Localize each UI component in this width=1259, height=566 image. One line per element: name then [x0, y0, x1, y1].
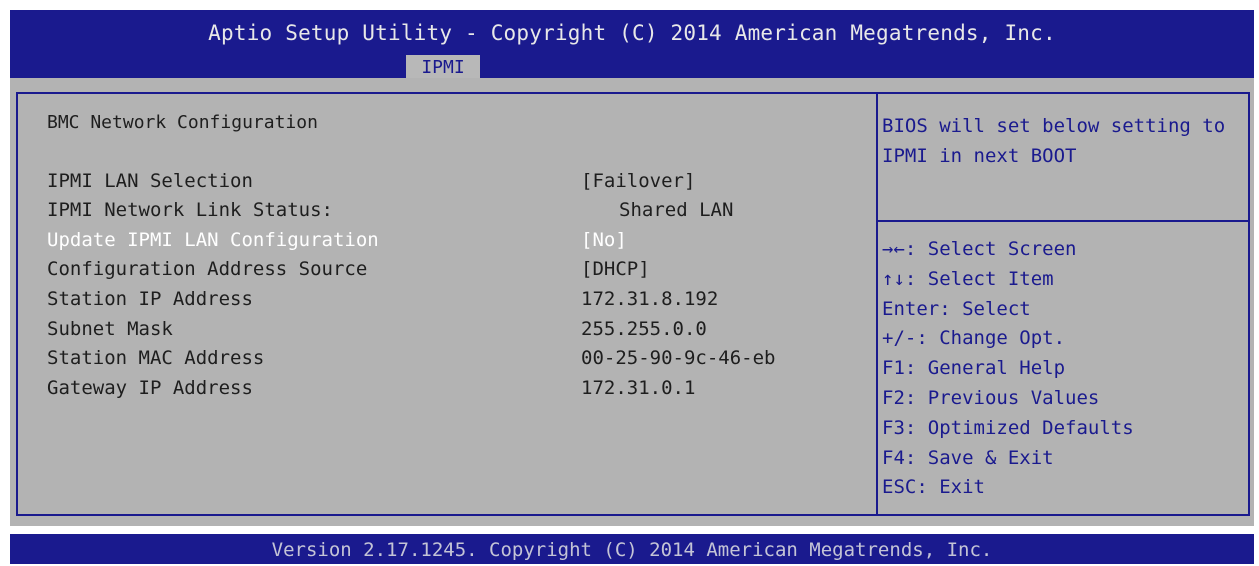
setting-gateway-ip-address: Gateway IP Address 172.31.0.1 — [47, 377, 847, 407]
help-description: BIOS will set below setting to IPMI in n… — [882, 115, 1237, 167]
setting-label: Station IP Address — [47, 288, 253, 310]
setting-configuration-address-source[interactable]: Configuration Address Source [DHCP] — [47, 258, 847, 288]
vertical-divider — [876, 92, 878, 516]
setting-label: Subnet Mask — [47, 318, 173, 340]
key-previous-values: F2: Previous Values — [882, 386, 1100, 409]
setting-station-mac-address: Station MAC Address 00-25-90-9c-46-eb — [47, 347, 847, 377]
setting-station-ip-address: Station IP Address 172.31.8.192 — [47, 288, 847, 318]
setting-subnet-mask: Subnet Mask 255.255.0.0 — [47, 318, 847, 348]
setting-label: IPMI Network Link Status: — [47, 199, 333, 221]
key-select-screen: →←: Select Screen — [882, 238, 1077, 260]
key-select-item: ↑↓: Select Item — [882, 267, 1054, 290]
setting-value[interactable]: [No] — [581, 229, 627, 251]
key-optimized-defaults: F3: Optimized Defaults — [882, 416, 1134, 439]
key-save-exit: F4: Save & Exit — [882, 446, 1054, 469]
help-divider — [878, 220, 1250, 222]
app-title: Aptio Setup Utility - Copyright (C) 2014… — [208, 21, 1056, 45]
key-general-help: F1: General Help — [882, 357, 1066, 380]
setting-value: 255.255.0.0 — [581, 318, 707, 340]
setting-value: 172.31.8.192 — [581, 288, 719, 310]
setting-ipmi-lan-selection[interactable]: IPMI LAN Selection [Failover] — [47, 170, 847, 200]
setting-update-ipmi-lan-configuration[interactable]: Update IPMI LAN Configuration [No] — [47, 229, 847, 259]
setting-value: 172.31.0.1 — [581, 377, 696, 399]
header-bar: Aptio Setup Utility - Copyright (C) 2014… — [10, 10, 1254, 78]
setting-label: Station MAC Address — [47, 347, 265, 369]
tab-ipmi[interactable]: IPMI — [406, 55, 480, 78]
setting-value[interactable]: [DHCP] — [581, 258, 650, 280]
key-esc-exit: ESC: Exit — [882, 476, 985, 499]
setting-label: IPMI LAN Selection — [47, 170, 253, 192]
footer-version: Version 2.17.1245. Copyright (C) 2014 Am… — [10, 534, 1254, 564]
key-change-opt: +/-: Change Opt. — [882, 327, 1066, 350]
setting-label: Update IPMI LAN Configuration — [47, 229, 379, 251]
setting-value[interactable]: [Failover] — [581, 170, 695, 192]
section-title: BMC Network Configuration — [47, 112, 318, 133]
setting-label: Configuration Address Source — [47, 258, 368, 280]
setting-network-link-status: IPMI Network Link Status: Shared LAN — [47, 199, 847, 229]
setting-value: 00-25-90-9c-46-eb — [581, 347, 776, 369]
key-enter: Enter: Select — [882, 297, 1031, 320]
setting-value: Shared LAN — [619, 199, 734, 221]
setting-label: Gateway IP Address — [47, 377, 253, 399]
key-legend: →←: Select Screen ↑↓: Select Item Enter:… — [882, 238, 1134, 506]
main-panel: BMC Network Configuration IPMI LAN Selec… — [10, 78, 1254, 526]
